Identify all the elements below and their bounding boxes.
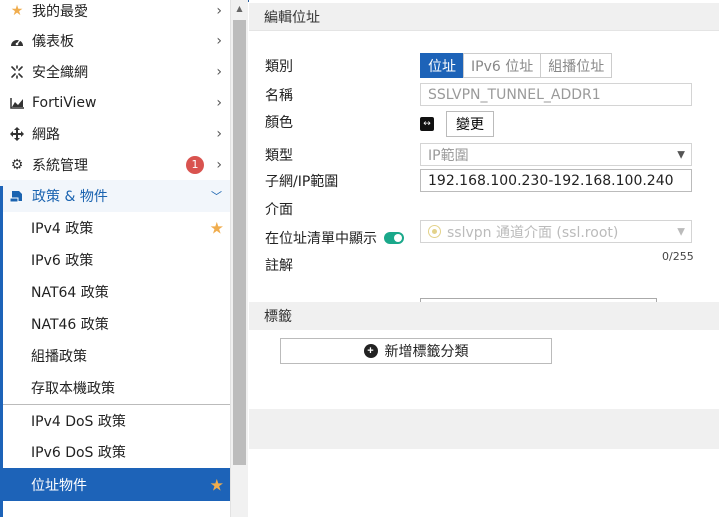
sidebar-item-label: NAT46 政策 (31, 317, 109, 333)
sidebar-item-ipv4-dos-policy[interactable]: IPv4 DoS 政策 (0, 404, 230, 436)
category-segmented-control: 位址 IPv6 位址 組播位址 (420, 53, 613, 78)
sidebar-item-multicast-policy[interactable]: 組播政策 (0, 340, 230, 372)
chevron-right-icon: › (216, 125, 222, 142)
interface-select-value: sslvpn 通道介面 (ssl.root) (447, 224, 619, 241)
interface-select[interactable]: sslvpn 通道介面 (ssl.root) ▼ (420, 220, 692, 243)
sidebar: ★ 我的最愛 › 儀表板 › 安全織網 › FortiView › 網路 › ⚙… (0, 0, 230, 517)
sidebar-item-label: 存取本機政策 (31, 381, 115, 397)
tab-ipv6-address[interactable]: IPv6 位址 (463, 53, 542, 78)
gear-icon: ⚙ (10, 156, 24, 173)
star-icon: ★ (10, 3, 24, 19)
caret-down-icon: ▼ (677, 226, 685, 237)
sidebar-item-security-fabric[interactable]: 安全織網 › (0, 56, 230, 87)
sidebar-item-label: FortiView (32, 94, 97, 111)
sidebar-item-label: IPv4 DoS 政策 (31, 413, 126, 430)
sidebar-item-addresses[interactable]: 位址物件 ★ (0, 468, 230, 501)
sidebar-item-ipv6-dos-policy[interactable]: IPv6 DoS 政策 (0, 436, 230, 468)
chevron-down-icon: ﹀ (211, 190, 222, 203)
star-icon[interactable]: ★ (210, 475, 224, 494)
security-fabric-icon (8, 64, 26, 79)
notification-badge: 1 (186, 155, 204, 174)
chart-icon (8, 97, 26, 109)
interface-label: 介面 (265, 202, 293, 218)
tab-multicast-address[interactable]: 組播位址 (540, 53, 613, 78)
sidebar-item-label: 儀表板 (32, 33, 74, 50)
sidebar-item-network[interactable]: 網路 › (0, 118, 230, 149)
star-icon[interactable]: ★ (210, 219, 224, 238)
scrollbar-thumb[interactable] (233, 20, 246, 465)
subnet-ip-range-input[interactable]: 192.168.100.230-192.168.100.240 (420, 169, 692, 192)
footer-bar (249, 409, 719, 449)
policy-icon (8, 189, 26, 203)
type-select-value: IP範圍 (428, 147, 469, 164)
add-tag-category-button[interactable]: + 新增標籤分類 (280, 338, 552, 364)
chevron-right-icon: › (216, 32, 222, 49)
sidebar-item-label: 安全織網 (32, 64, 88, 81)
sidebar-item-label: 我的最愛 (32, 4, 88, 20)
plus-circle-icon: + (363, 344, 378, 358)
sidebar-section-policy-objects[interactable]: 政策 & 物件 ﹀ (0, 180, 230, 212)
add-tag-category-label: 新增標籤分類 (384, 343, 469, 359)
panel-title: 編輯位址 (249, 3, 719, 31)
change-color-button[interactable]: 變更 (446, 111, 494, 137)
chevron-right-icon: › (216, 156, 222, 173)
tab-address[interactable]: 位址 (420, 53, 464, 78)
sidebar-item-label: IPv6 DoS 政策 (31, 445, 126, 461)
sidebar-scrollbar[interactable]: ▲ (230, 0, 248, 517)
sidebar-item-label: 系統管理 (32, 157, 88, 174)
caret-down-icon: ▼ (677, 149, 685, 160)
interface-icon (428, 225, 441, 238)
edit-address-panel: 編輯位址 類別 位址 IPv6 位址 組播位址 名稱 SSLVPN_TUNNEL… (249, 0, 719, 517)
show-in-list-toggle[interactable] (384, 232, 404, 244)
scroll-up-arrow-icon[interactable]: ▲ (231, 0, 248, 17)
tags-section-title: 標籤 (249, 302, 719, 330)
sidebar-item-nat46-policy[interactable]: NAT46 政策 (0, 308, 230, 340)
name-field[interactable]: SSLVPN_TUNNEL_ADDR1 (420, 83, 692, 106)
color-label: 顏色 (265, 115, 293, 131)
sidebar-item-ipv4-policy[interactable]: IPv4 政策 ★ (0, 212, 230, 244)
sidebar-item-ipv6-policy[interactable]: IPv6 政策 (0, 244, 230, 276)
type-select[interactable]: IP範圍 ▼ (420, 143, 692, 166)
sidebar-item-label: 組播政策 (31, 349, 87, 365)
sidebar-item-system[interactable]: ⚙ 系統管理 1 › (0, 149, 230, 180)
color-picker: ↔ 變更 (420, 111, 494, 137)
sidebar-item-favorites[interactable]: ★ 我的最愛 › (0, 0, 230, 25)
comment-char-counter: 0/255 (662, 250, 694, 263)
color-swatch-icon: ↔ (420, 117, 434, 131)
comment-label: 註解 (265, 258, 293, 274)
sidebar-item-label: 政策 & 物件 (32, 189, 108, 205)
sidebar-item-label: NAT64 政策 (31, 285, 109, 301)
show-in-list-row: 在位址清單中顯示 (265, 226, 404, 250)
section-accent-bar (0, 186, 3, 517)
sidebar-item-dashboard[interactable]: 儀表板 › (0, 25, 230, 56)
chevron-right-icon: › (216, 63, 222, 80)
chevron-right-icon: › (216, 94, 222, 111)
subnet-label: 子網/IP範圍 (265, 174, 339, 190)
show-in-list-label: 在位址清單中顯示 (265, 231, 377, 247)
name-label: 名稱 (265, 88, 293, 104)
sidebar-item-label: 網路 (32, 126, 60, 143)
category-label: 類別 (265, 59, 293, 75)
sidebar-item-label: 位址物件 (31, 477, 87, 494)
dashboard-icon (8, 35, 26, 47)
network-icon (8, 126, 26, 141)
chevron-right-icon: › (216, 3, 222, 19)
sidebar-item-nat64-policy[interactable]: NAT64 政策 (0, 276, 230, 308)
type-label: 類型 (265, 148, 293, 164)
sidebar-item-local-in-policy[interactable]: 存取本機政策 (0, 372, 230, 404)
sidebar-item-label: IPv6 政策 (31, 253, 94, 269)
sidebar-item-fortiview[interactable]: FortiView › (0, 87, 230, 118)
sidebar-item-label: IPv4 政策 (31, 221, 94, 237)
